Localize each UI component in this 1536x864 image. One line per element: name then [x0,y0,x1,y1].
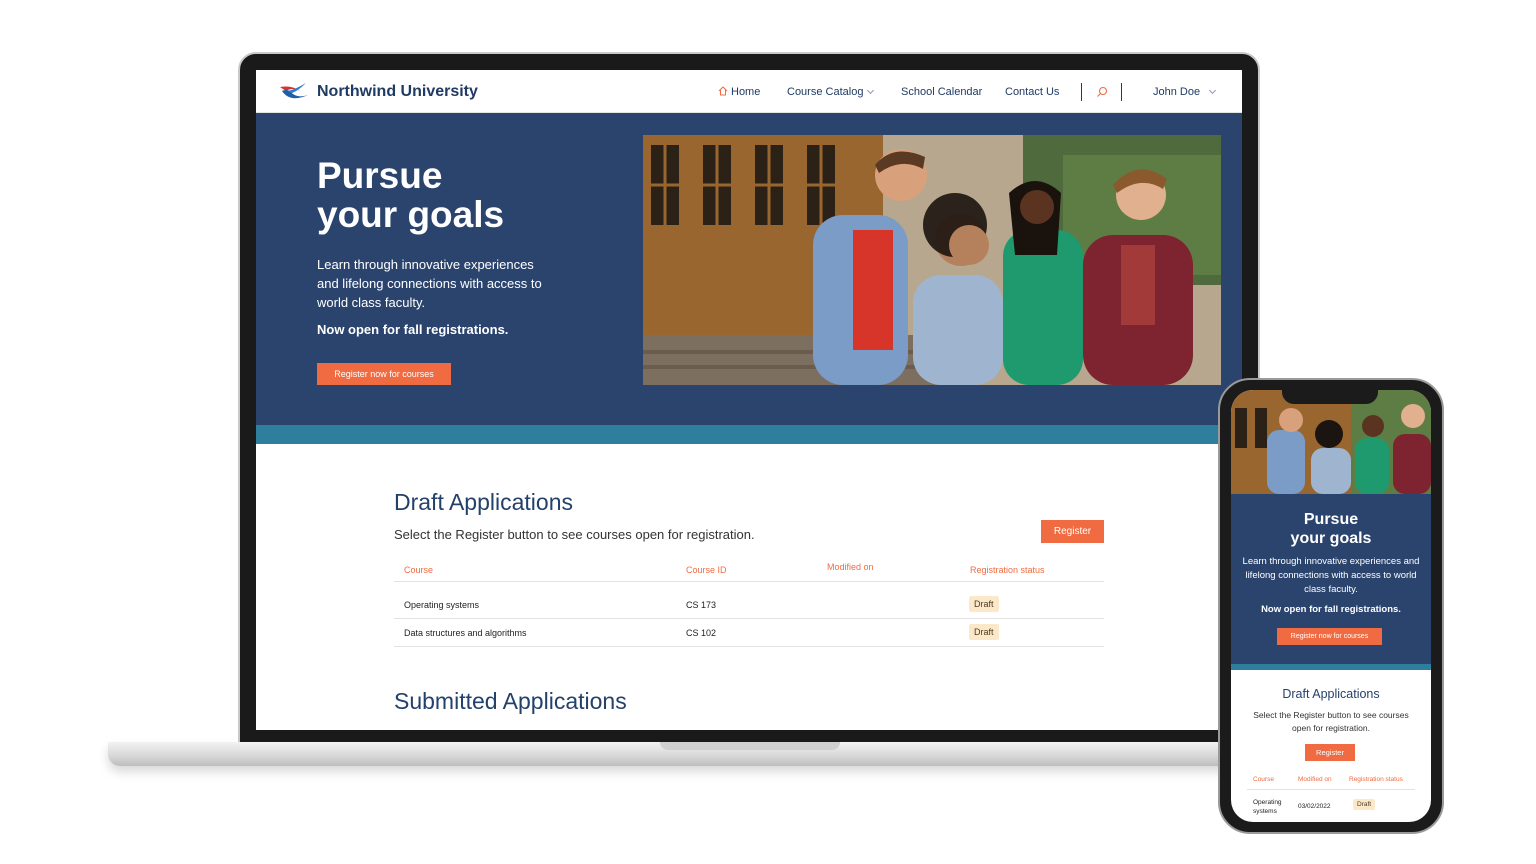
mobile-status-badge: Draft [1353,799,1376,810]
mobile-hero-announcement: Now open for fall registrations. [1261,604,1401,615]
nav-divider [1081,83,1082,101]
register-button[interactable]: Register [1041,520,1104,543]
hero-announcement: Now open for fall registrations. [317,322,509,337]
column-header-registration-status[interactable]: Registration status [970,565,1045,575]
mobile-column-header-registration-status[interactable]: Registration status [1349,776,1403,783]
mobile-column-header-modified-on[interactable]: Modified on [1298,776,1332,783]
home-icon [718,86,728,96]
nav-course-catalog-label: Course Catalog [787,86,864,98]
submitted-applications-heading: Submitted Applications [394,688,627,714]
mobile-hero-title-line: Pursue [1303,511,1359,528]
mobile-table-cell-course[interactable]: Operating systems [1253,798,1282,816]
user-name: John Doe [1153,86,1201,98]
mobile-hero-title: Pursue your goals [1231,510,1431,548]
brand-name[interactable]: Northwind University [317,83,478,101]
chevron-down-icon [867,86,875,95]
mobile-register-now-button[interactable]: Register now for courses [1277,628,1382,645]
status-badge: Draft [969,596,999,612]
draft-applications-heading: Draft Applications [394,489,573,515]
table-cell-course-id: CS 102 [686,628,717,638]
table-header-divider [394,581,1104,582]
device-mockup-stage: Northwind University Home Course Catalog… [0,0,1536,864]
table-cell-course[interactable]: Data structures and algorithms [404,628,527,638]
status-badge: Draft [969,624,999,640]
nav-home[interactable]: Home [718,86,760,98]
table-row-divider [394,618,1104,619]
mobile-draft-applications-heading: Draft Applications [1282,687,1380,701]
column-header-course-id[interactable]: Course ID [686,565,727,575]
nav-divider [1121,83,1122,101]
mobile-hero-title-line: your goals [1290,530,1372,547]
northwind-logo-icon [280,83,308,99]
table-cell-course[interactable]: Operating systems [404,600,479,610]
students-photo-mobile [1231,390,1431,494]
nav-school-calendar[interactable]: School Calendar [901,86,982,98]
hero-title-line: your goals [317,194,505,235]
hero-title-line: Pursue [317,155,443,196]
laptop-screen: Northwind University Home Course Catalog… [256,70,1242,730]
mobile-column-header-course[interactable]: Course [1253,776,1274,783]
user-menu[interactable]: John Doe [1153,86,1217,98]
mobile-table-header-divider [1247,789,1415,790]
hero-description: Learn through innovative experiences and… [317,257,542,310]
nav-contact-us[interactable]: Contact Us [1005,86,1059,98]
mobile-table-cell-modified-on: 03/02/2022 [1298,803,1331,810]
mobile-draft-applications-subtitle: Select the Register button to see course… [1253,710,1409,733]
top-navigation: Northwind University Home Course Catalog… [256,70,1242,113]
mobile-register-button[interactable]: Register [1305,744,1355,761]
nav-course-catalog[interactable]: Course Catalog [787,86,875,98]
laptop-notch [660,742,840,750]
hero-accent-stripe [256,425,1242,444]
chevron-down-icon [1209,86,1217,95]
search-icon[interactable] [1096,86,1108,98]
mobile-course-line: Operating [1253,799,1282,806]
students-photo [643,135,1221,385]
hero-title: Pursue your goals [317,156,577,234]
nav-home-label: Home [731,86,761,98]
draft-applications-subtitle: Select the Register button to see course… [394,527,755,542]
phone-notch [1282,384,1378,404]
register-now-button[interactable]: Register now for courses [317,363,451,385]
mobile-hero-description: Learn through innovative experiences and… [1242,556,1420,595]
table-cell-course-id: CS 173 [686,600,717,610]
column-header-modified-on[interactable]: Modified on [827,562,874,572]
mobile-course-line: systems [1253,808,1277,815]
table-row-divider [394,646,1104,647]
phone-screen: Pursue your goals Learn through innovati… [1231,390,1431,822]
mobile-hero-accent-stripe [1231,664,1431,670]
column-header-course[interactable]: Course [404,565,433,575]
